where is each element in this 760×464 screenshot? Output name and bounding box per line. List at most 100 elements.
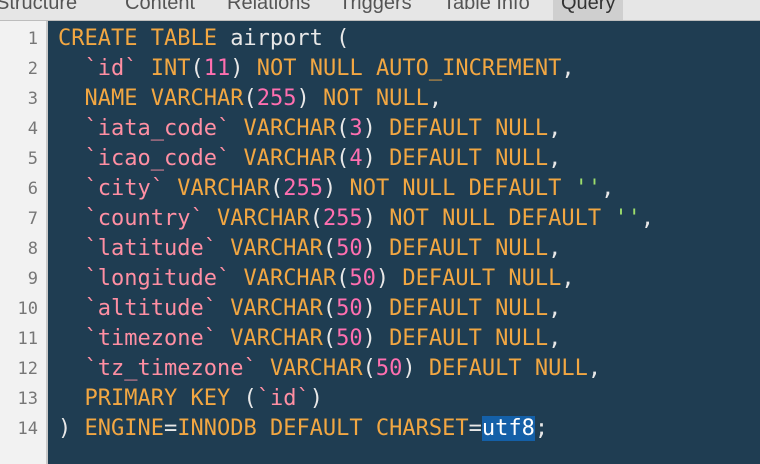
code-token: ) xyxy=(362,146,390,171)
code-token: DEFAULT NULL xyxy=(389,326,549,351)
code-token: 50 xyxy=(336,326,363,351)
line-number: 13 xyxy=(17,389,38,409)
code-token: DEFAULT NULL xyxy=(389,116,549,141)
tab-content[interactable]: Content xyxy=(117,0,203,20)
code-token: 50 xyxy=(349,266,376,291)
code-token: ( xyxy=(190,56,204,81)
code-token: ( xyxy=(336,116,350,141)
code-line: ) ENGINE=INNODB DEFAULT CHARSET=utf8; xyxy=(58,414,548,444)
line-number: 11 xyxy=(17,329,38,349)
tab-triggers[interactable]: Triggers xyxy=(331,0,420,20)
code-token: `id` xyxy=(256,386,310,411)
code-token: ( xyxy=(243,386,257,411)
code-line: CREATE TABLE airport ( xyxy=(58,24,349,54)
code-token: NOT NULL xyxy=(322,86,429,111)
code-token: `longitude` xyxy=(84,266,231,291)
code-token: ENGINE xyxy=(84,416,164,441)
code-token: VARCHAR xyxy=(243,146,337,171)
code-token: ) xyxy=(322,176,350,201)
tab-relations[interactable]: Relations xyxy=(219,0,318,20)
line-number: 12 xyxy=(17,359,38,379)
code-token: NAME VARCHAR xyxy=(84,86,244,111)
code-token: ( xyxy=(269,176,284,201)
code-token: 4 xyxy=(349,146,363,171)
code-line: `iata_code` VARCHAR(3) DEFAULT NULL, xyxy=(58,114,562,144)
line-number: 2 xyxy=(27,59,38,79)
code-token: airport xyxy=(230,26,337,51)
code-line: `id` INT(11) NOT NULL AUTO_INCREMENT, xyxy=(58,54,575,84)
code-token: ) xyxy=(375,266,403,291)
code-line: `altitude` VARCHAR(50) DEFAULT NULL, xyxy=(58,294,562,324)
code-token: ) xyxy=(362,116,390,141)
tab-structure[interactable]: Structure xyxy=(0,0,85,20)
code-token: ( xyxy=(243,86,257,111)
code-token: 255 xyxy=(256,86,297,111)
code-token: , xyxy=(601,176,615,201)
code-token: ( xyxy=(309,206,323,231)
code-token: DEFAULT NULL xyxy=(389,236,549,261)
code-token: ) xyxy=(58,416,85,441)
code-token: `id` xyxy=(84,56,138,81)
code-token: ( xyxy=(322,296,337,321)
code-token: DEFAULT NULL xyxy=(389,296,549,321)
line-number-gutter: 1 2 3 4 5 6 7 8 9 10 11 12 13 14 xyxy=(0,21,48,464)
code-token: , xyxy=(548,236,562,261)
line-number: 4 xyxy=(27,119,38,139)
code-token: ( xyxy=(362,356,376,381)
code-token: ) xyxy=(362,326,390,351)
code-token: 50 xyxy=(336,236,363,261)
code-token: VARCHAR xyxy=(243,116,337,141)
line-number: 9 xyxy=(27,269,38,289)
line-number: 3 xyxy=(27,89,38,109)
code-token: 255 xyxy=(283,176,323,201)
code-token: VARCHAR xyxy=(269,356,363,381)
code-token: ( xyxy=(336,146,350,171)
code-line: `tz_timezone` VARCHAR(50) DEFAULT NULL, xyxy=(58,354,602,384)
code-token: 3 xyxy=(349,116,363,141)
code-token: `altitude` xyxy=(84,296,217,321)
code-token: DEFAULT NULL xyxy=(402,266,562,291)
code-token: , xyxy=(548,326,562,351)
query-editor[interactable]: CREATE TABLE airport ( `id` INT(11) NOT … xyxy=(48,21,760,464)
line-number: 6 xyxy=(27,179,38,199)
code-token: VARCHAR xyxy=(230,236,323,261)
code-token: VARCHAR xyxy=(243,266,337,291)
tab-query[interactable]: Query xyxy=(553,0,624,20)
code-token: , xyxy=(428,86,443,111)
code-token: `iata_code` xyxy=(84,116,231,141)
code-token: VARCHAR xyxy=(230,326,323,351)
code-token: ) xyxy=(230,56,257,81)
code-token: ( xyxy=(322,236,337,261)
code-token: 50 xyxy=(336,296,363,321)
code-token: VARCHAR xyxy=(216,206,310,231)
code-token: PRIMARY KEY xyxy=(84,386,244,411)
code-token: NOT NULL DEFAULT xyxy=(389,206,615,231)
code-token: ; xyxy=(534,416,549,441)
code-token: ) xyxy=(362,296,390,321)
code-token: , xyxy=(561,56,575,81)
code-token: ) xyxy=(296,86,323,111)
code-token: = xyxy=(163,416,178,441)
code-token: = xyxy=(468,416,482,441)
code-token: ) xyxy=(402,356,429,381)
code-token: `country` xyxy=(84,206,204,231)
code-token: `tz_timezone` xyxy=(84,356,257,381)
tab-table-info[interactable]: Table Info xyxy=(435,0,538,20)
code-token: ( xyxy=(322,326,337,351)
